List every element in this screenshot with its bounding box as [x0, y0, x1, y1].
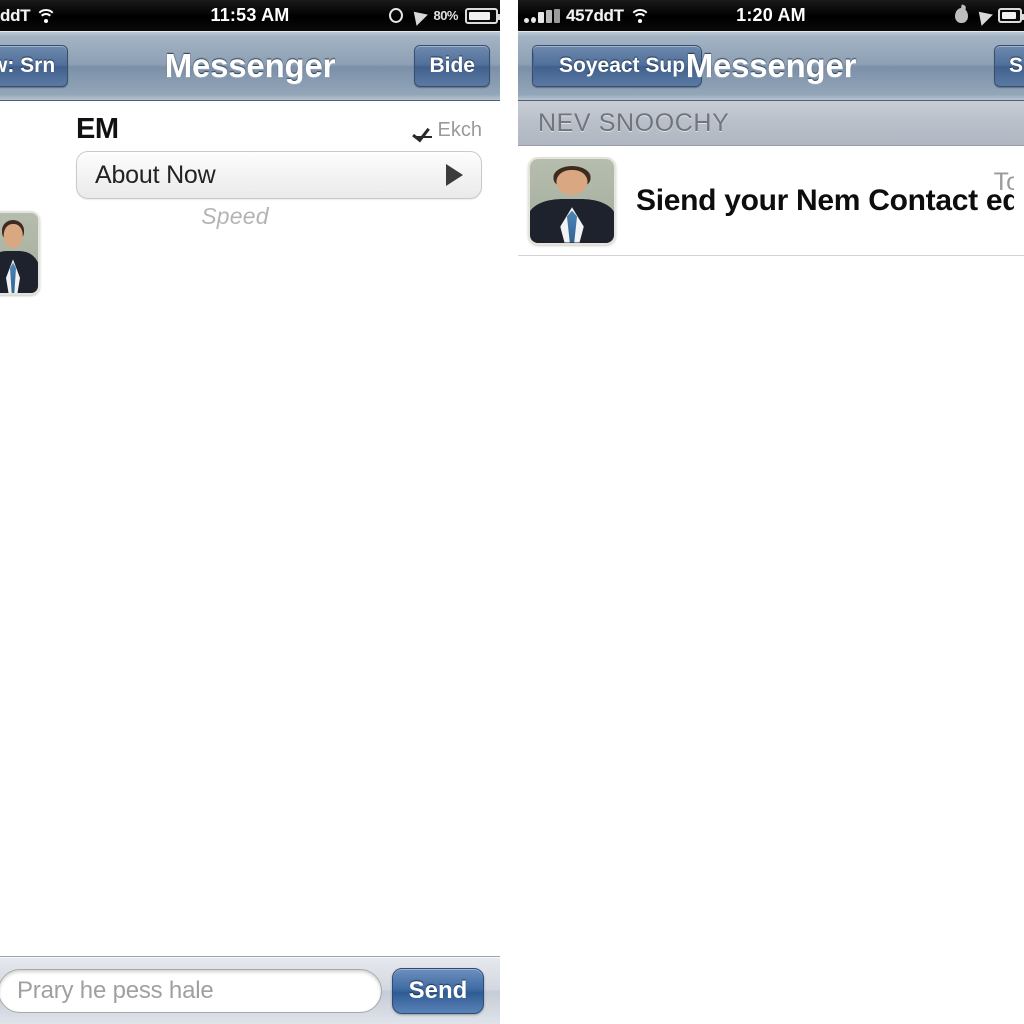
send-button-label: Send	[408, 976, 468, 1004]
status-bar-right-group	[955, 0, 1024, 31]
page-title: Messenger	[685, 47, 857, 84]
battery-percent-label: 80%	[433, 8, 458, 23]
avatar-photo	[530, 158, 614, 243]
nav-right-button-label: S	[1008, 54, 1023, 77]
list-empty-area	[518, 256, 1024, 1024]
list-item-meta: To	[993, 168, 1014, 196]
read-status-label: Ekch	[437, 119, 482, 141]
send-button[interactable]: Send	[392, 967, 484, 1014]
left-nav-bar: w: Srn Messenger Bide	[0, 31, 500, 101]
right-phone-panel: 457ddT 1:20 AM Soyeact Sup Messenger S N…	[518, 0, 1024, 1024]
location-arrow-icon	[408, 5, 429, 26]
message-input[interactable]: Prary he pess hale	[0, 968, 382, 1013]
message-sub-label: Speed	[201, 203, 269, 229]
message-bubble[interactable]: About Now	[76, 151, 482, 199]
battery-icon	[998, 8, 1024, 23]
conversation-area: EM Ekch About Now Speed	[0, 101, 500, 957]
section-header-label: NEV SNOOCHY	[538, 108, 730, 137]
message-bubble-text: About Now	[95, 160, 216, 189]
sender-name: EM	[76, 113, 119, 145]
list-item-title: Siend your Nem Contact ed..	[636, 183, 1014, 217]
battery-icon	[465, 7, 500, 24]
nav-right-button-label: Bide	[429, 54, 475, 77]
screenshot-root: ddT 11:53 AM 80% w: Srn Messenger Bide	[0, 0, 1024, 1024]
apple-icon	[955, 8, 968, 23]
message-row: EM Ekch About Now Speed	[0, 101, 500, 230]
message-header: EM Ekch	[68, 109, 490, 149]
check-icon	[414, 125, 433, 138]
left-phone-panel: ddT 11:53 AM 80% w: Srn Messenger Bide	[0, 0, 500, 1024]
location-arrow-icon	[973, 5, 993, 26]
message-input-placeholder: Prary he pess hale	[17, 976, 214, 1004]
status-badge: Ekch	[414, 119, 482, 142]
nav-right-button[interactable]: Bide	[414, 45, 490, 87]
status-bar-clock: 1:20 AM	[736, 5, 806, 25]
avatar	[528, 156, 616, 245]
compose-toolbar: Prary he pess hale Send	[0, 956, 500, 1024]
status-bar-right-group: 80%	[389, 0, 500, 31]
left-status-bar: ddT 11:53 AM 80%	[0, 0, 500, 31]
play-triangle-icon[interactable]	[446, 164, 463, 186]
right-status-bar: 457ddT 1:20 AM	[518, 0, 1024, 31]
right-nav-bar: Soyeact Sup Messenger S	[518, 31, 1024, 101]
nav-right-button[interactable]: S	[993, 45, 1024, 87]
section-header: NEV SNOOCHY	[518, 101, 1024, 146]
list-item-body: Siend your Nem Contact ed.. To	[616, 146, 1014, 255]
rotation-lock-icon	[389, 8, 404, 23]
list-item[interactable]: Siend your Nem Contact ed.. To	[518, 146, 1024, 256]
